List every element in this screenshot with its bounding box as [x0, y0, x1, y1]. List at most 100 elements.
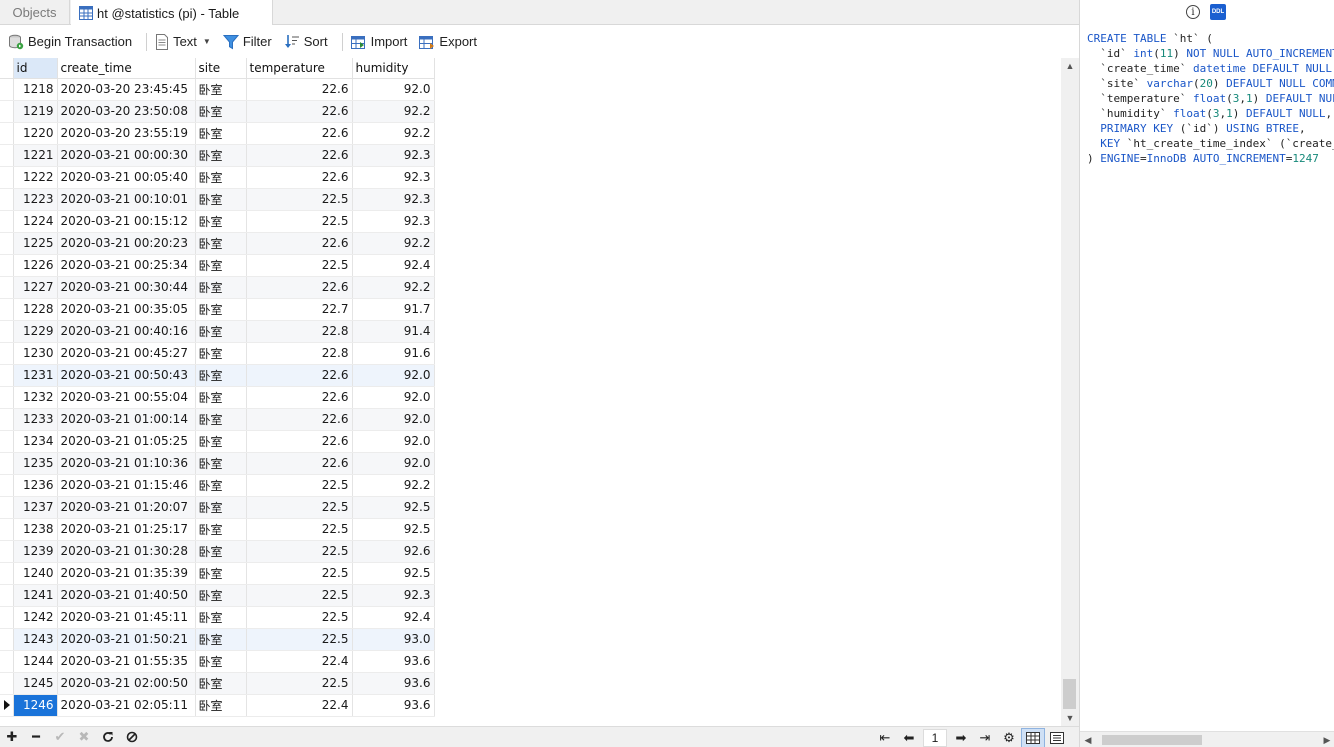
- cell-temperature[interactable]: 22.6: [246, 78, 353, 101]
- cell-id[interactable]: 1233: [13, 408, 58, 431]
- table-row[interactable]: 1226 2020-03-21 00:25:34 卧室 22.5 92.4: [0, 254, 435, 277]
- cell-id[interactable]: 1222: [13, 166, 58, 189]
- cell-temperature[interactable]: 22.7: [246, 298, 353, 321]
- table-row[interactable]: 1222 2020-03-21 00:05:40 卧室 22.6 92.3: [0, 166, 435, 189]
- row-indicator[interactable]: [0, 232, 14, 255]
- cell-create-time[interactable]: 2020-03-21 01:15:46: [57, 474, 196, 497]
- cell-temperature[interactable]: 22.5: [246, 518, 353, 541]
- cell-site[interactable]: 卧室: [195, 408, 247, 431]
- tab-ht-table[interactable]: ht @statistics (pi) - Table: [71, 0, 273, 26]
- cell-temperature[interactable]: 22.5: [246, 210, 353, 233]
- cell-create-time[interactable]: 2020-03-21 00:25:34: [57, 254, 196, 277]
- cell-temperature[interactable]: 22.5: [246, 188, 353, 211]
- table-row[interactable]: 1240 2020-03-21 01:35:39 卧室 22.5 92.5: [0, 562, 435, 585]
- cell-site[interactable]: 卧室: [195, 628, 247, 651]
- cell-site[interactable]: 卧室: [195, 122, 247, 145]
- table-row[interactable]: 1246 2020-03-21 02:05:11 卧室 22.4 93.6: [0, 694, 435, 717]
- cell-create-time[interactable]: 2020-03-20 23:45:45: [57, 78, 196, 101]
- cell-site[interactable]: 卧室: [195, 210, 247, 233]
- vertical-scrollbar[interactable]: ▲ ▼: [1061, 58, 1079, 726]
- begin-transaction-button[interactable]: Begin Transaction: [6, 30, 134, 54]
- column-header-temperature[interactable]: temperature: [246, 58, 353, 79]
- cell-humidity[interactable]: 92.5: [352, 518, 435, 541]
- cell-create-time[interactable]: 2020-03-21 01:30:28: [57, 540, 196, 563]
- cell-site[interactable]: 卧室: [195, 386, 247, 409]
- row-indicator[interactable]: [0, 628, 14, 651]
- cell-create-time[interactable]: 2020-03-21 01:35:39: [57, 562, 196, 585]
- cell-id[interactable]: 1237: [13, 496, 58, 519]
- cell-create-time[interactable]: 2020-03-21 01:20:07: [57, 496, 196, 519]
- cell-temperature[interactable]: 22.5: [246, 584, 353, 607]
- row-indicator[interactable]: [0, 122, 14, 145]
- row-indicator[interactable]: [0, 562, 14, 585]
- last-page-button[interactable]: ⇥: [973, 728, 997, 747]
- cell-temperature[interactable]: 22.5: [246, 474, 353, 497]
- cell-temperature[interactable]: 22.6: [246, 408, 353, 431]
- form-view-button[interactable]: [1045, 728, 1069, 747]
- cell-site[interactable]: 卧室: [195, 320, 247, 343]
- cell-id[interactable]: 1232: [13, 386, 58, 409]
- cell-site[interactable]: 卧室: [195, 188, 247, 211]
- cell-create-time[interactable]: 2020-03-21 01:40:50: [57, 584, 196, 607]
- cell-create-time[interactable]: 2020-03-21 00:45:27: [57, 342, 196, 365]
- table-row[interactable]: 1234 2020-03-21 01:05:25 卧室 22.6 92.0: [0, 430, 435, 453]
- table-row[interactable]: 1227 2020-03-21 00:30:44 卧室 22.6 92.2: [0, 276, 435, 299]
- tab-objects[interactable]: Objects: [0, 0, 70, 25]
- row-indicator[interactable]: [0, 144, 14, 167]
- row-indicator[interactable]: [0, 210, 14, 233]
- scroll-right-arrow-icon[interactable]: ▶: [1319, 732, 1334, 747]
- cell-site[interactable]: 卧室: [195, 518, 247, 541]
- cell-create-time[interactable]: 2020-03-20 23:55:19: [57, 122, 196, 145]
- cell-id[interactable]: 1221: [13, 144, 58, 167]
- cell-site[interactable]: 卧室: [195, 232, 247, 255]
- cell-id[interactable]: 1227: [13, 276, 58, 299]
- cell-humidity[interactable]: 92.2: [352, 474, 435, 497]
- scroll-left-arrow-icon[interactable]: ◀: [1080, 732, 1096, 747]
- cell-site[interactable]: 卧室: [195, 342, 247, 365]
- cell-site[interactable]: 卧室: [195, 694, 247, 717]
- cell-create-time[interactable]: 2020-03-21 00:00:30: [57, 144, 196, 167]
- cell-temperature[interactable]: 22.8: [246, 320, 353, 343]
- cell-site[interactable]: 卧室: [195, 276, 247, 299]
- table-row[interactable]: 1241 2020-03-21 01:40:50 卧室 22.5 92.3: [0, 584, 435, 607]
- cell-site[interactable]: 卧室: [195, 562, 247, 585]
- row-indicator[interactable]: [0, 650, 14, 673]
- cell-id[interactable]: 1230: [13, 342, 58, 365]
- table-row[interactable]: 1231 2020-03-21 00:50:43 卧室 22.6 92.0: [0, 364, 435, 387]
- cell-humidity[interactable]: 92.3: [352, 210, 435, 233]
- cell-humidity[interactable]: 93.6: [352, 672, 435, 695]
- data-grid[interactable]: id create_time site temperature humidity…: [0, 58, 1061, 718]
- cell-temperature[interactable]: 22.5: [246, 628, 353, 651]
- row-indicator[interactable]: [0, 364, 14, 387]
- row-indicator[interactable]: [0, 298, 14, 321]
- cell-humidity[interactable]: 92.3: [352, 166, 435, 189]
- cell-create-time[interactable]: 2020-03-21 01:50:21: [57, 628, 196, 651]
- cell-id[interactable]: 1245: [13, 672, 58, 695]
- cell-humidity[interactable]: 92.0: [352, 452, 435, 475]
- table-row[interactable]: 1239 2020-03-21 01:30:28 卧室 22.5 92.6: [0, 540, 435, 563]
- row-indicator[interactable]: [0, 672, 14, 695]
- table-row[interactable]: 1218 2020-03-20 23:45:45 卧室 22.6 92.0: [0, 78, 435, 101]
- row-indicator[interactable]: [0, 100, 14, 123]
- cell-temperature[interactable]: 22.6: [246, 386, 353, 409]
- cell-site[interactable]: 卧室: [195, 78, 247, 101]
- cell-id[interactable]: 1246: [13, 694, 58, 717]
- cell-humidity[interactable]: 92.3: [352, 584, 435, 607]
- cell-temperature[interactable]: 22.6: [246, 100, 353, 123]
- cell-humidity[interactable]: 92.3: [352, 144, 435, 167]
- cell-humidity[interactable]: 92.2: [352, 100, 435, 123]
- cell-create-time[interactable]: 2020-03-21 01:25:17: [57, 518, 196, 541]
- refresh-button[interactable]: [96, 727, 120, 747]
- cell-id[interactable]: 1224: [13, 210, 58, 233]
- cell-humidity[interactable]: 92.5: [352, 496, 435, 519]
- cell-humidity[interactable]: 91.6: [352, 342, 435, 365]
- cell-temperature[interactable]: 22.8: [246, 342, 353, 365]
- cell-temperature[interactable]: 22.6: [246, 276, 353, 299]
- cell-id[interactable]: 1226: [13, 254, 58, 277]
- cell-humidity[interactable]: 91.4: [352, 320, 435, 343]
- table-row[interactable]: 1219 2020-03-20 23:50:08 卧室 22.6 92.2: [0, 100, 435, 123]
- cell-create-time[interactable]: 2020-03-21 01:55:35: [57, 650, 196, 673]
- first-page-button[interactable]: ⇤: [873, 728, 897, 747]
- cell-temperature[interactable]: 22.5: [246, 540, 353, 563]
- cell-id[interactable]: 1220: [13, 122, 58, 145]
